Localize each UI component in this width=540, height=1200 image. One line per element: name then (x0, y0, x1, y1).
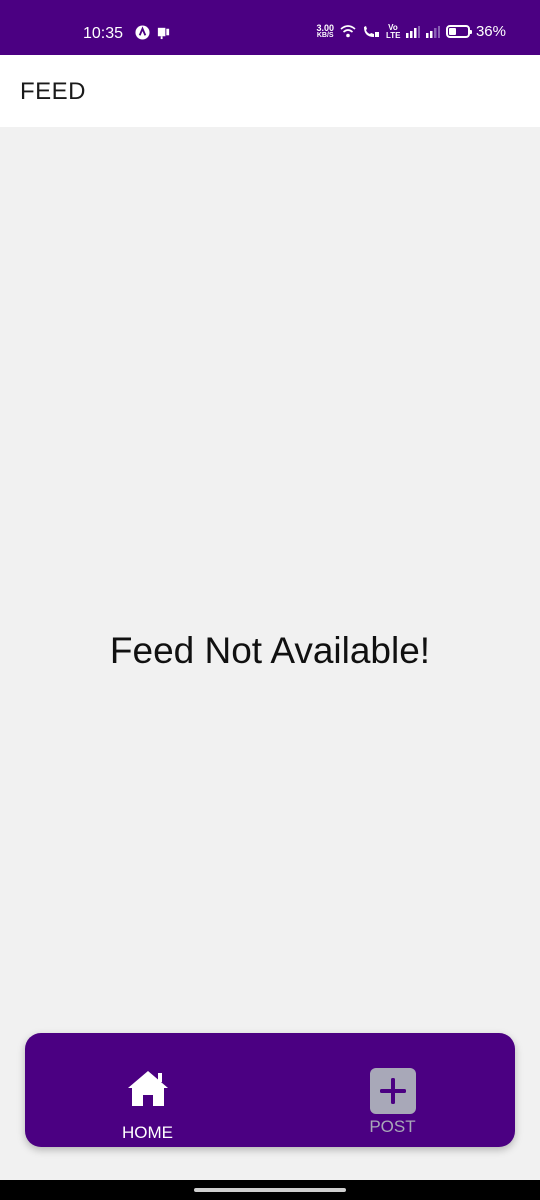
network-speed-value: 3.00 (316, 22, 334, 33)
status-time: 10:35 (83, 25, 124, 42)
battery-percent: 36% (475, 23, 506, 40)
nav-label-home: HOME (122, 1123, 173, 1142)
page-title: FEED (20, 78, 87, 105)
status-bar: 10:35 3.00 KB/S Vo LTE 36% (0, 0, 540, 55)
signal-strength-sim2-icon (425, 25, 440, 38)
empty-feed-message: Feed Not Available! (109, 630, 431, 671)
status-indicators: 3.00 KB/S Vo LTE 36% (316, 23, 506, 40)
app-bar: FEED (0, 55, 540, 127)
bottom-navigation: HOME POST (25, 1033, 515, 1147)
add-post-icon (369, 1068, 416, 1114)
home-icon (127, 1071, 168, 1106)
signal-strength-icon (405, 25, 420, 38)
nav-item-home[interactable]: HOME (25, 1033, 270, 1147)
nav-item-post[interactable]: POST (270, 1033, 515, 1147)
nav-label-post: POST (369, 1117, 416, 1136)
notification-icons (135, 25, 171, 40)
gesture-bar (0, 1180, 540, 1200)
volte-label: Vo LTE (385, 22, 401, 40)
wifi-icon (340, 25, 356, 38)
wifi-calling-icon (363, 25, 379, 37)
device-notification-icon (157, 27, 170, 40)
network-speed: 3.00 KB/S (316, 22, 334, 40)
app-notification-icon (135, 25, 150, 40)
home-gesture-handle[interactable] (194, 1188, 346, 1192)
battery-icon (445, 25, 472, 38)
network-speed-unit: KB/S (316, 31, 334, 39)
